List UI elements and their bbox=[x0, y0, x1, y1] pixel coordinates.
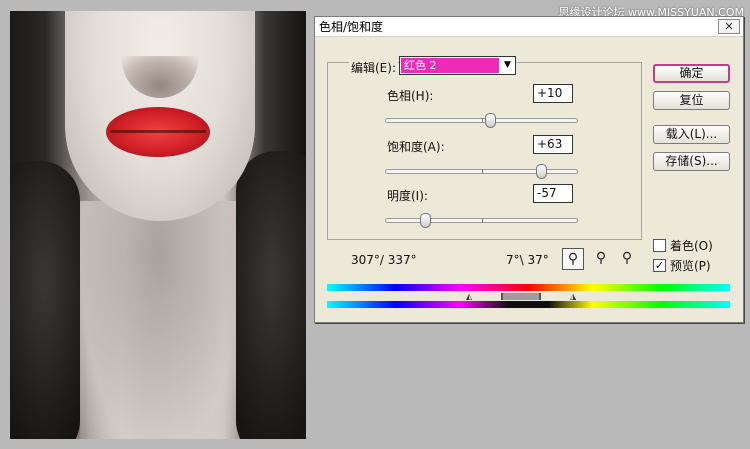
hue-slider-track[interactable] bbox=[385, 118, 578, 123]
saturation-input[interactable]: +63 bbox=[533, 135, 573, 154]
eyedropper-icon[interactable]: ⚲ bbox=[562, 248, 584, 270]
preview-option[interactable]: ✓ 预览(P) bbox=[653, 257, 711, 274]
saturation-slider-thumb[interactable] bbox=[536, 164, 548, 179]
portrait-photo bbox=[10, 11, 306, 439]
eyedropper-plus-icon[interactable]: ⚲ bbox=[590, 248, 612, 270]
save-button[interactable]: 存储(S)... bbox=[653, 152, 730, 171]
range-left-handle-icon[interactable]: ◭ bbox=[466, 293, 472, 301]
photo-hair-left bbox=[10, 161, 80, 439]
photo-hair-right bbox=[236, 151, 306, 439]
colorize-option[interactable]: 着色(O) bbox=[653, 237, 713, 254]
hue-slider-center bbox=[482, 118, 483, 123]
input-color-bar bbox=[327, 284, 730, 291]
colorize-checkbox[interactable] bbox=[653, 239, 666, 252]
lightness-slider-thumb[interactable] bbox=[420, 213, 432, 228]
range-right-handle-icon[interactable]: ◮ bbox=[570, 293, 576, 301]
lightness-slider-center bbox=[482, 218, 483, 223]
load-button[interactable]: 载入(L)... bbox=[653, 125, 730, 144]
range-left-degrees: 307°/ 337° bbox=[351, 253, 417, 267]
dropdown-arrow-icon: ▼ bbox=[504, 60, 511, 70]
hue-input[interactable]: +10 bbox=[533, 84, 573, 103]
preview-label: 预览(P) bbox=[670, 259, 711, 273]
ok-button[interactable]: 确定 bbox=[653, 64, 730, 83]
lightness-slider-track[interactable] bbox=[385, 218, 578, 223]
colorize-label: 着色(O) bbox=[670, 239, 713, 253]
eyedropper-minus-icon[interactable]: ⚲ bbox=[616, 248, 638, 270]
photo-neck bbox=[80, 201, 240, 439]
photo-lips-line bbox=[110, 130, 206, 133]
range-right-degrees: 7°\ 37° bbox=[506, 253, 549, 267]
range-selector[interactable] bbox=[501, 293, 541, 300]
saturation-slider-track[interactable] bbox=[385, 169, 578, 174]
hue-slider-thumb[interactable] bbox=[485, 113, 497, 128]
lightness-input[interactable]: -57 bbox=[533, 184, 573, 203]
reset-button[interactable]: 复位 bbox=[653, 91, 730, 110]
dialog-title: 色相/饱和度 bbox=[319, 20, 384, 34]
edit-label: 编辑(E): bbox=[349, 59, 398, 76]
dialog-titlebar[interactable]: 色相/饱和度 ✕ bbox=[315, 17, 743, 37]
edit-channel-select[interactable]: 红色 2 ▼ bbox=[399, 56, 516, 75]
output-color-bar bbox=[327, 301, 730, 308]
saturation-label: 饱和度(A): bbox=[387, 140, 445, 154]
adjust-group-box bbox=[327, 62, 642, 240]
preview-checkbox[interactable]: ✓ bbox=[653, 259, 666, 272]
edit-channel-value: 红色 2 bbox=[401, 58, 499, 73]
lightness-label: 明度(I): bbox=[387, 189, 428, 203]
saturation-slider-center bbox=[482, 169, 483, 174]
hue-saturation-dialog: 色相/饱和度 ✕ 编辑(E): 红色 2 ▼ 色相(H): +10 饱和度(A)… bbox=[314, 16, 744, 323]
close-button[interactable]: ✕ bbox=[718, 19, 740, 34]
hue-label: 色相(H): bbox=[387, 89, 434, 103]
